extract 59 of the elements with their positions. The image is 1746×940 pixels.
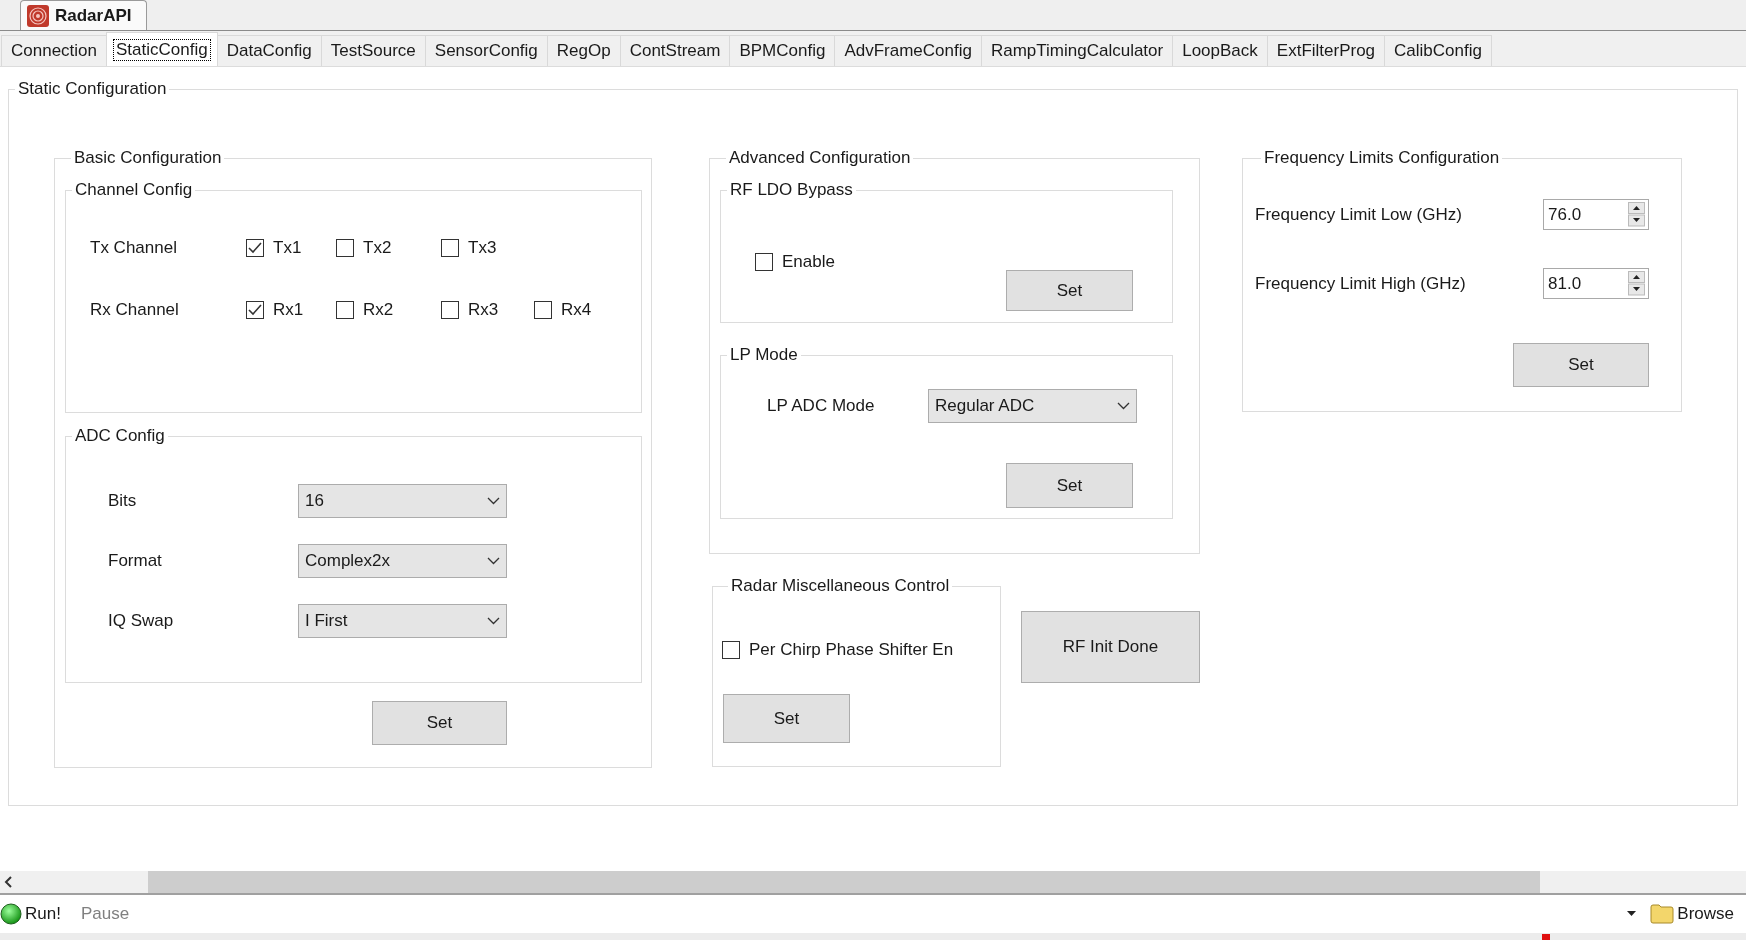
checkbox[interactable]: Enable bbox=[755, 252, 1172, 272]
group-title: ADC Config bbox=[74, 426, 166, 446]
set-button[interactable]: Set bbox=[1006, 270, 1133, 311]
number-spin-field[interactable]: 76.0 bbox=[1543, 199, 1649, 230]
dropdown[interactable]: 16 bbox=[298, 484, 507, 518]
dropdown[interactable]: Complex2x bbox=[298, 544, 507, 578]
group-title: Channel Config bbox=[74, 180, 194, 200]
group-title: Advanced Configuration bbox=[728, 148, 912, 168]
checkbox[interactable]: Rx1 bbox=[246, 300, 336, 320]
checkbox[interactable]: Tx3 bbox=[441, 238, 534, 258]
browse-button[interactable]: Browse bbox=[1644, 899, 1740, 929]
check-icon bbox=[248, 304, 262, 316]
checkbox[interactable]: Rx3 bbox=[441, 300, 534, 320]
field-label: IQ Swap bbox=[108, 611, 175, 631]
chevron-down-icon bbox=[487, 497, 500, 505]
set-button[interactable]: Set bbox=[723, 694, 850, 743]
checkbox[interactable]: Rx4 bbox=[534, 300, 614, 320]
field-label: Tx Channel bbox=[90, 238, 178, 258]
set-button[interactable]: Set bbox=[1006, 463, 1133, 508]
field-label: Frequency Limit Low (GHz) bbox=[1255, 204, 1463, 225]
rf-init-done-button[interactable]: RF Init Done bbox=[1020, 611, 1200, 683]
set-button[interactable]: Set bbox=[1513, 343, 1649, 387]
field-label: Format bbox=[108, 551, 163, 571]
tab[interactable]: Connection bbox=[1, 35, 107, 66]
group-title: LP Mode bbox=[729, 345, 799, 365]
set-button[interactable]: Set bbox=[372, 701, 507, 745]
run-button[interactable]: Run! bbox=[0, 899, 67, 929]
field-label: Rx Channel bbox=[90, 300, 180, 320]
spin-arrows-icon[interactable] bbox=[1628, 202, 1645, 227]
checkbox[interactable]: Tx1 bbox=[246, 238, 336, 258]
chevron-down-icon bbox=[1117, 402, 1130, 410]
checkbox[interactable]: Rx2 bbox=[336, 300, 441, 320]
run-status-icon bbox=[0, 903, 22, 925]
radar-logo-icon bbox=[27, 4, 49, 27]
tab[interactable]: CalibConfig bbox=[1384, 35, 1492, 66]
spin-arrows-icon[interactable] bbox=[1628, 271, 1645, 296]
check-icon bbox=[248, 242, 262, 254]
group-title: Basic Configuration bbox=[73, 148, 223, 168]
group-title: Static Configuration bbox=[17, 79, 168, 99]
checkbox[interactable]: Per Chirp Phase Shifter En bbox=[722, 640, 1000, 660]
field-label: Frequency Limit High (GHz) bbox=[1255, 273, 1467, 294]
dropdown[interactable]: I First bbox=[298, 604, 507, 638]
document-tab-title: RadarAPI bbox=[55, 5, 132, 26]
chevron-down-icon bbox=[487, 617, 500, 625]
number-spin-field[interactable]: 81.0 bbox=[1543, 268, 1649, 299]
dropdown-arrow-icon[interactable] bbox=[1627, 911, 1637, 917]
group-title: RF LDO Bypass bbox=[729, 180, 854, 200]
tab[interactable]: StaticConfig bbox=[106, 32, 218, 66]
group-title: Radar Miscellaneous Control bbox=[730, 576, 951, 596]
field-label: Bits bbox=[108, 491, 138, 511]
checkbox[interactable]: Tx2 bbox=[336, 238, 441, 258]
field-label: LP ADC Mode bbox=[767, 396, 876, 416]
dropdown[interactable]: Regular ADC bbox=[928, 389, 1137, 423]
group-title: Frequency Limits Configuration bbox=[1263, 148, 1501, 168]
document-tab[interactable]: RadarAPI bbox=[20, 0, 147, 30]
folder-icon bbox=[1650, 904, 1675, 924]
chevron-down-icon bbox=[487, 557, 500, 565]
scroll-left-icon[interactable] bbox=[3, 876, 13, 888]
scrollbar-thumb[interactable] bbox=[148, 871, 1540, 893]
